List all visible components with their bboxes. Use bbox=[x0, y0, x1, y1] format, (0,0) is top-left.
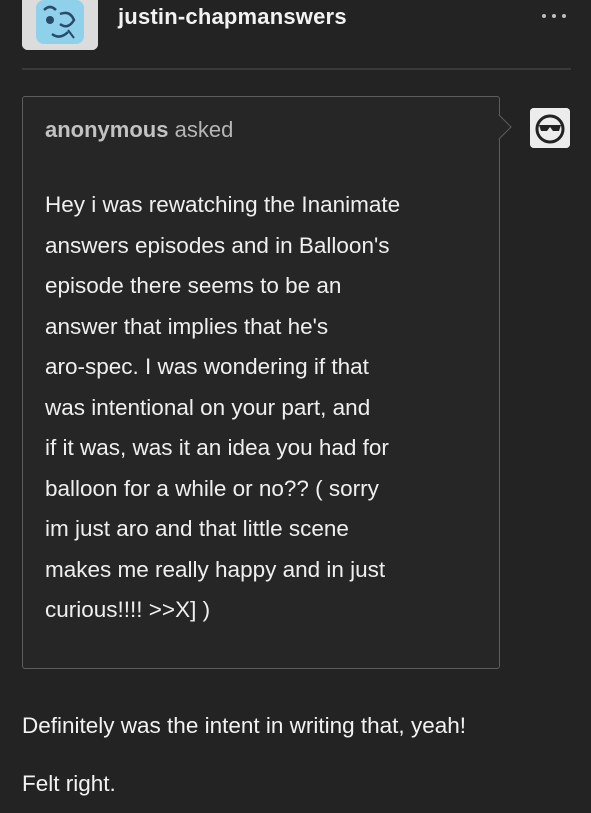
question-line: Hey i was rewatching the Inanimate bbox=[45, 192, 401, 217]
question-line: im just aro and that little scene bbox=[45, 516, 349, 541]
question-line: answer that implies that he's bbox=[45, 313, 329, 339]
asker-line: anonymous asked bbox=[45, 117, 233, 143]
answer-line: Felt right. bbox=[22, 771, 116, 796]
answer-line: Definitely was the intent in writing tha… bbox=[22, 713, 466, 738]
ellipsis-icon[interactable] bbox=[540, 8, 570, 24]
asked-label: asked bbox=[174, 117, 234, 142]
question-line: aro-spec. I was wondering if that bbox=[45, 354, 369, 379]
question-line: if it was, was it an idea you had for bbox=[45, 435, 389, 460]
sunglasses-face-icon bbox=[530, 108, 570, 148]
question-line: episode there seems to be an bbox=[45, 273, 342, 298]
header-divider bbox=[22, 68, 571, 70]
answer-text: Definitely was the intent in writing tha… bbox=[22, 697, 466, 813]
question-line: was intentional on your part, and bbox=[45, 394, 371, 420]
question-line: answers episodes and in Balloon's bbox=[45, 232, 390, 258]
blog-name[interactable]: justin-chapmanswers bbox=[118, 4, 347, 30]
asker-name: anonymous bbox=[45, 117, 169, 142]
question-line: makes me really happy and in just bbox=[45, 556, 386, 582]
question-text: Hey i was rewatching the Inanimate answe… bbox=[45, 185, 485, 631]
question-line: balloon for a while or no?? ( sorry bbox=[45, 475, 379, 501]
question-line: curious!!!! >>X] ) bbox=[45, 597, 211, 622]
post-header: justin-chapmanswers bbox=[0, 0, 591, 62]
blog-avatar[interactable] bbox=[22, 0, 98, 50]
anonymous-avatar bbox=[530, 108, 570, 148]
ask-box: anonymous asked Hey i was rewatching the… bbox=[22, 96, 500, 669]
cartoon-avatar-icon bbox=[22, 0, 98, 50]
